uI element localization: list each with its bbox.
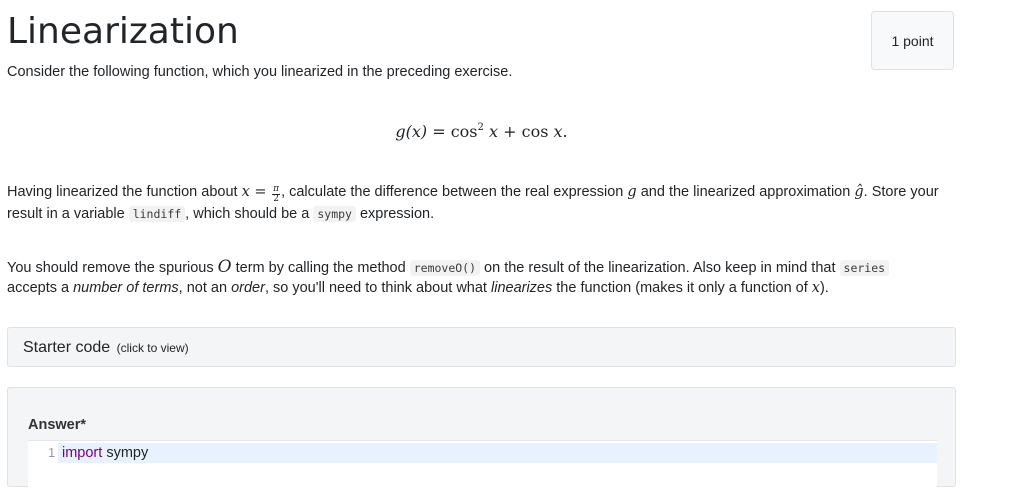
diff-text-1: Having linearized the function about	[7, 184, 242, 200]
difference-instructions: Having linearized the function about x =…	[7, 182, 957, 224]
math-equals: =	[249, 184, 272, 200]
remove-text-8: ).	[819, 280, 829, 296]
diff-text-3: and the linearized approximation	[636, 184, 855, 200]
code-module-sympy: sympy	[102, 445, 149, 461]
equation-cos-squared: cos	[450, 122, 478, 141]
equation-period: .	[562, 122, 568, 141]
code-sympy: sympy	[313, 206, 356, 222]
equation-cos: cos	[521, 122, 549, 141]
starter-code-toggle[interactable]: Starter code (click to view)	[7, 327, 956, 367]
answer-panel: Answer* import sympy 1	[7, 387, 956, 501]
remove-text-6: , so you'll need to think about what	[264, 280, 491, 296]
equation-equals: =	[432, 122, 446, 141]
math-big-o: O	[217, 257, 232, 277]
equation-plus: +	[503, 122, 517, 141]
code-line-1[interactable]: import sympy	[62, 443, 148, 463]
equation-var-x2: x	[553, 122, 563, 141]
emphasis-number-of-terms: number of terms	[73, 280, 179, 296]
remove-instructions: You should remove the spurious O term by…	[7, 257, 957, 298]
math-var-x-end: x	[811, 280, 820, 296]
math-var-g: g	[627, 184, 637, 200]
page-title: Linearization	[7, 11, 239, 52]
diff-text-6: expression.	[355, 206, 435, 222]
math-var-x: x	[241, 184, 250, 200]
code-keyword-import: import	[62, 445, 103, 461]
starter-code-title: Starter code	[23, 339, 111, 356]
equation-var-x1: x	[488, 122, 499, 141]
code-series: series	[839, 260, 890, 276]
equation-lhs: g(x)	[395, 122, 428, 141]
math-var-ghat: ĝ	[854, 184, 864, 200]
emphasis-order: order	[231, 280, 265, 296]
editor-active-line[interactable]: import sympy	[28, 443, 937, 463]
emphasis-linearizes: linearizes	[491, 280, 553, 296]
intro-text: Consider the following function, which y…	[7, 64, 513, 80]
code-editor[interactable]: import sympy 1	[28, 440, 937, 501]
function-equation: g(x) = cos2 x + cos x.	[7, 115, 956, 145]
remove-text-7: the function (makes it only a function o…	[552, 280, 812, 296]
code-lindiff: lindiff	[128, 206, 186, 222]
diff-text-5: , which should be a	[185, 206, 314, 222]
question-panel: Linearization 1 point Consider the follo…	[7, 0, 957, 501]
equation-exponent: 2	[477, 122, 484, 133]
math-fraction-pi-over-2: π2	[272, 185, 281, 204]
diff-text-2: , calculate the difference between the r…	[281, 184, 628, 200]
starter-code-label: Starter code (click to view)	[23, 338, 189, 358]
remove-text-4: accepts a	[7, 280, 74, 296]
fraction-denominator: 2	[273, 194, 279, 204]
remove-text-3: on the result of the linearization. Also…	[480, 260, 840, 276]
editor-gutter: 1	[28, 441, 58, 501]
code-removeO: removeO()	[409, 260, 481, 276]
starter-code-hint: (click to view)	[116, 341, 189, 355]
remove-text-1: You should remove the spurious	[7, 260, 218, 276]
answer-label: Answer*	[28, 417, 87, 433]
line-number: 1	[48, 445, 56, 460]
remove-text-2: term by calling the method	[231, 260, 410, 276]
remove-text-5: , not an	[178, 280, 232, 296]
points-badge: 1 point	[871, 11, 954, 70]
